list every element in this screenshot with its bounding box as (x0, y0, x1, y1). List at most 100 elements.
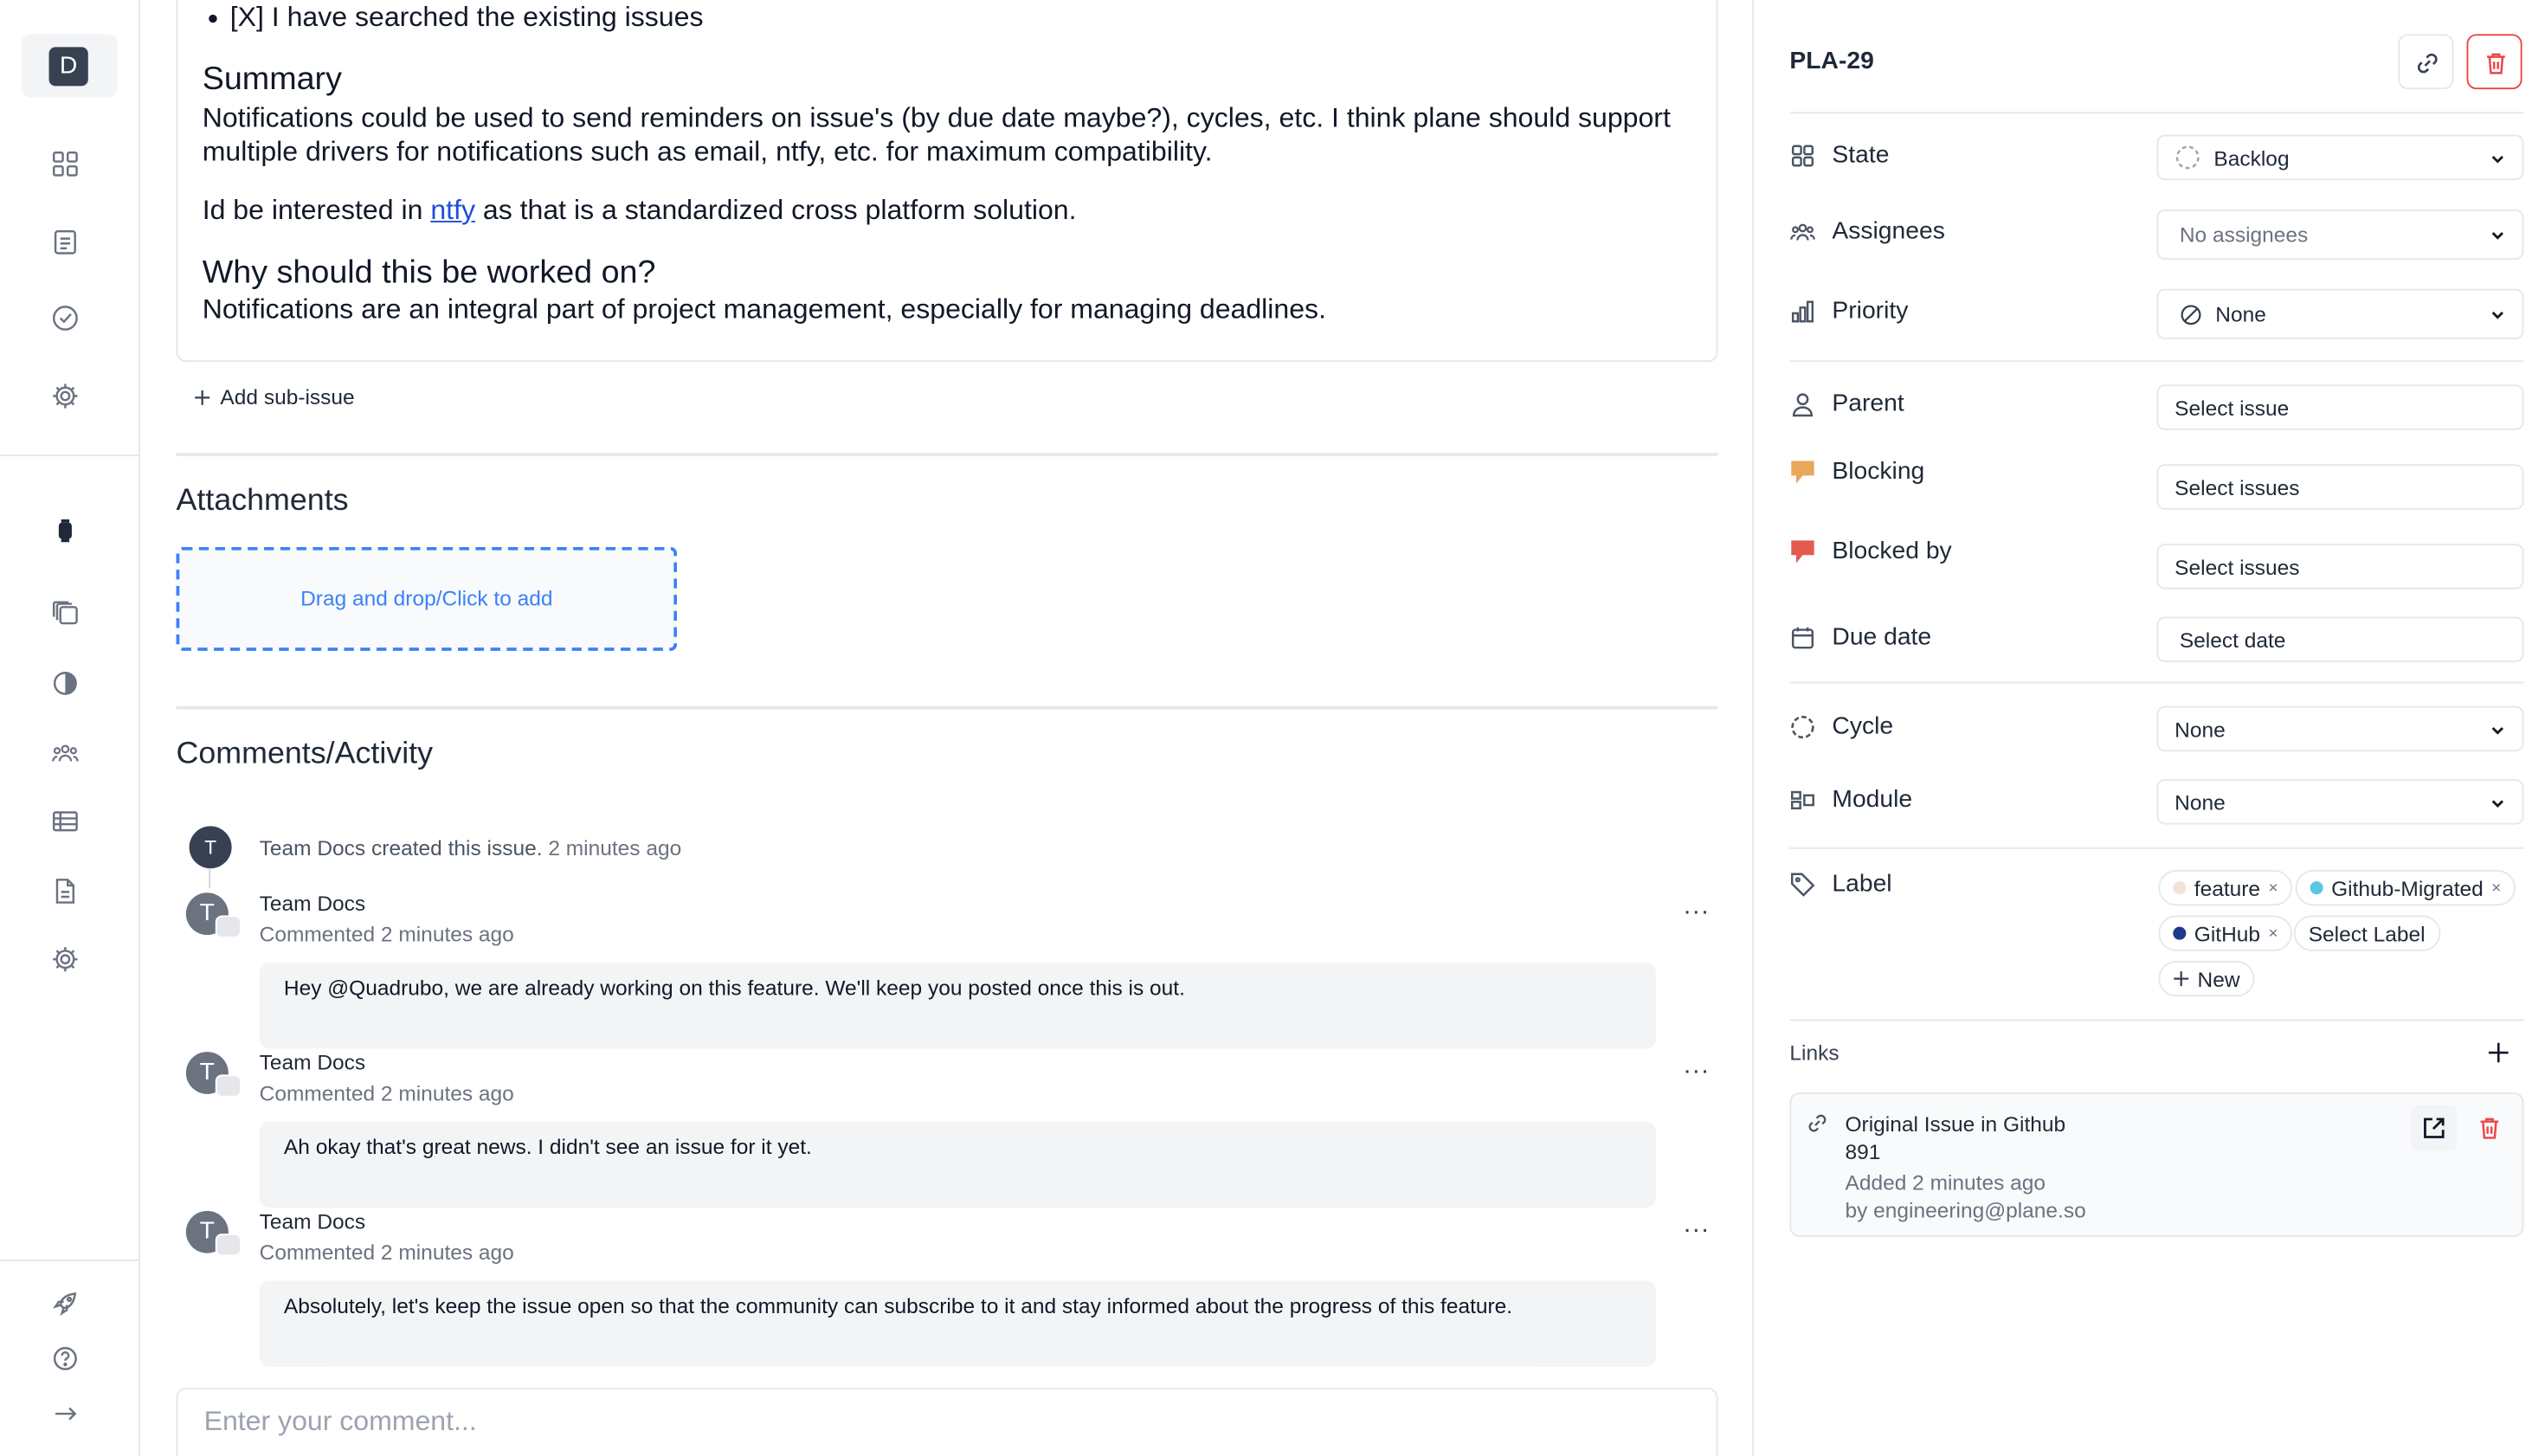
assignees-value: No assignees (2179, 222, 2309, 248)
plus-icon (2488, 1042, 2509, 1063)
document-icon[interactable] (50, 877, 83, 910)
comment-body: Ah okay that's great news. I didn't see … (259, 1121, 1656, 1208)
comment-input[interactable]: Enter your comment... (176, 1388, 1718, 1456)
rocket-icon[interactable] (50, 1289, 83, 1322)
clipboard-icon[interactable] (50, 228, 83, 261)
label-chip-name: GitHub (2194, 921, 2261, 946)
gear-icon[interactable] (50, 382, 83, 415)
backlog-icon (2175, 145, 2200, 171)
parent-label: Parent (1832, 390, 1904, 417)
plus-icon (2173, 970, 2189, 987)
comment-author: Team Docs (259, 891, 366, 916)
delete-issue-button[interactable] (2466, 34, 2522, 90)
summary-heading: Summary (202, 61, 342, 98)
blocking-icon (1789, 459, 1815, 485)
link-title[interactable]: Original Issue in Github 891 (1845, 1111, 2090, 1166)
ntfy-link[interactable]: ntfy (430, 195, 475, 226)
label-color-dot (2310, 881, 2323, 895)
blocked-by-select[interactable]: Select issues (2156, 544, 2524, 589)
comment-menu-button[interactable]: ... (1684, 892, 1711, 922)
trash-icon (2487, 53, 2505, 74)
layers-icon[interactable] (50, 599, 83, 632)
interest-prefix: Id be interested in (202, 195, 423, 226)
settings-icon[interactable] (50, 944, 83, 977)
attachments-heading: Attachments (176, 483, 349, 519)
cycle-property: Cycle (1789, 712, 1893, 740)
help-icon[interactable] (50, 1344, 83, 1377)
comment-author: Team Docs (259, 1208, 366, 1234)
no-priority-icon (2180, 303, 2202, 325)
chevron-down-icon (2490, 796, 2506, 812)
label-color-dot (2173, 881, 2187, 895)
remove-label-button[interactable]: × (2269, 879, 2278, 897)
delete-link-button[interactable] (2477, 1115, 2503, 1141)
cycle-value: None (2175, 716, 2226, 741)
watch-icon[interactable] (50, 516, 83, 549)
comment-menu-button[interactable]: ... (1684, 1052, 1711, 1081)
module-label: Module (1832, 785, 1913, 814)
external-link-icon (2424, 1118, 2445, 1138)
chevron-down-icon (2490, 151, 2506, 167)
chevron-down-icon (2490, 228, 2506, 244)
cycle-label: Cycle (1832, 712, 1894, 741)
label-chip-github[interactable]: GitHub × (2158, 915, 2293, 951)
state-property: State (1789, 141, 1889, 169)
avatar: T (189, 826, 232, 869)
workspace-avatar: D (48, 47, 88, 87)
state-label: State (1832, 141, 1890, 170)
comment-icon (215, 1074, 242, 1098)
grid-icon[interactable] (50, 150, 83, 183)
blocking-value: Select issues (2175, 474, 2300, 499)
due-date-property: Due date (1789, 623, 1931, 651)
cycle-dropdown[interactable]: None (2156, 705, 2524, 752)
add-link-button[interactable] (2488, 1042, 2509, 1063)
contrast-icon[interactable] (50, 669, 83, 702)
attachment-dropzone[interactable]: Drag and drop/Click to add (176, 546, 678, 651)
arrow-right-icon[interactable] (50, 1399, 83, 1432)
priority-dropdown[interactable]: None (2156, 288, 2524, 339)
due-date-value: Select date (2179, 627, 2286, 652)
tag-icon (1789, 871, 1815, 897)
parent-select[interactable]: Select issue (2156, 384, 2524, 430)
assignees-dropdown[interactable]: No assignees (2156, 209, 2524, 261)
summary-text: Notifications could be used to send remi… (202, 102, 1671, 168)
link-card[interactable]: Original Issue in Github 891 Added 2 min… (1789, 1092, 2524, 1237)
assignees-property: Assignees (1789, 217, 1945, 245)
workspace-switcher[interactable]: D (21, 34, 118, 98)
comment-menu-button[interactable]: ... (1684, 1211, 1711, 1240)
state-dropdown[interactable]: Backlog (2156, 134, 2524, 181)
add-sub-issue-button[interactable]: Add sub-issue (194, 384, 355, 409)
blocking-select[interactable]: Select issues (2156, 464, 2524, 510)
label-chip-name: Github-Migrated (2331, 875, 2484, 900)
due-date-picker[interactable]: Select date (2156, 616, 2524, 663)
new-label-button[interactable]: New (2158, 961, 2255, 997)
label-chip-feature[interactable]: feature × (2158, 870, 2293, 906)
remove-label-button[interactable]: × (2268, 924, 2278, 943)
chevron-down-icon (2490, 722, 2506, 738)
comments-heading: Comments/Activity (176, 737, 434, 771)
module-dropdown[interactable]: None (2156, 779, 2524, 825)
issue-id: PLA-29 (1789, 47, 1874, 75)
comment-time: Commented 2 minutes ago (259, 922, 514, 947)
why-heading: Why should this be worked on? (202, 254, 656, 291)
link-added: Added 2 minutes ago (1845, 1169, 2046, 1195)
state-value: Backlog (2213, 145, 2290, 170)
why-text: Notifications are an integral part of pr… (202, 293, 1326, 325)
link-author: by engineering@plane.so (1845, 1197, 2086, 1222)
check-circle-icon[interactable] (50, 304, 83, 337)
users-icon[interactable] (50, 738, 83, 771)
label-label: Label (1832, 870, 1892, 898)
open-link-button[interactable] (2411, 1105, 2458, 1151)
remove-label-button[interactable]: × (2491, 879, 2501, 897)
activity-entry: Team Docs created this issue. 2 minutes … (260, 836, 682, 860)
select-label-button[interactable]: Select Label (2293, 915, 2440, 951)
label-chip-name: feature (2194, 875, 2261, 900)
table-icon[interactable] (50, 807, 83, 840)
module-property: Module (1789, 785, 1913, 814)
bar-chart-icon (1789, 298, 1815, 324)
copy-link-button[interactable] (2398, 34, 2454, 90)
label-chip-github-migrated[interactable]: Github-Migrated × (2295, 870, 2516, 906)
blocking-label: Blocking (1832, 457, 1925, 486)
add-sub-issue-label: Add sub-issue (220, 384, 355, 409)
priority-property: Priority (1789, 297, 1908, 325)
